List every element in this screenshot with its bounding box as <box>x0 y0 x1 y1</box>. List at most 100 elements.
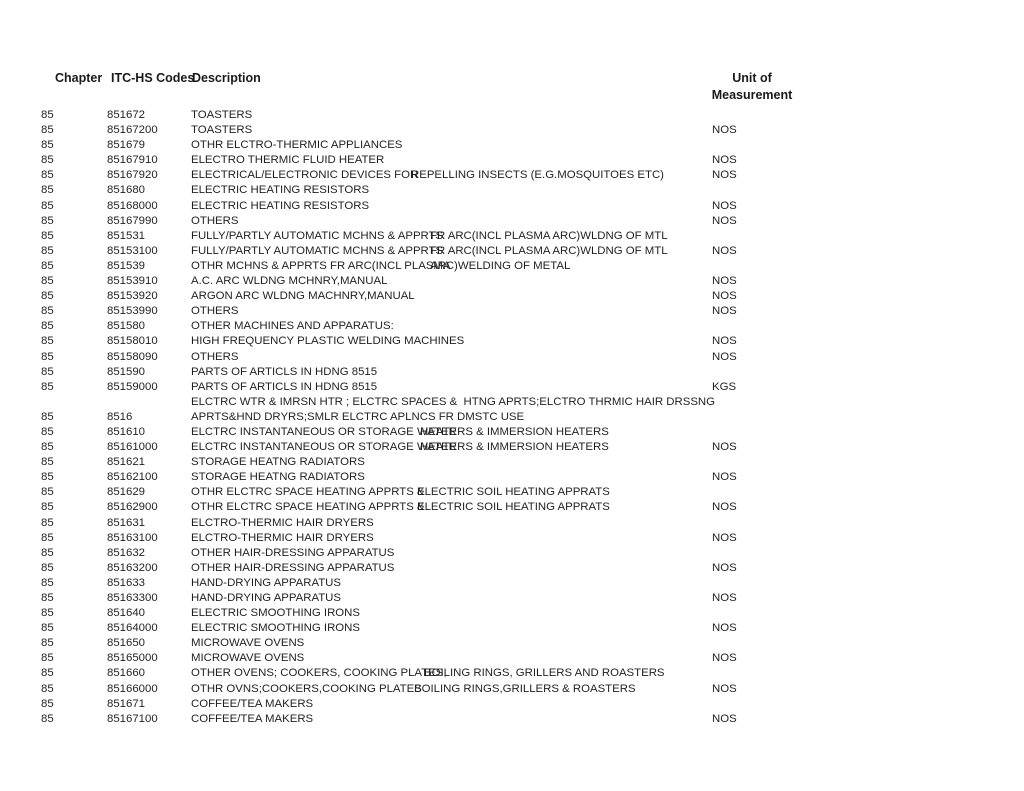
cell-itc-hs-code: 851640 <box>107 607 146 620</box>
cell-description-continued: HEATERS & IMMERSION HEATERS <box>420 425 609 438</box>
cell-description: ELCTRC INSTANTANEOUS OR STORAGE WATER <box>191 425 457 438</box>
cell-itc-hs-code: 85163300 <box>107 592 158 604</box>
cell-itc-hs-code: 85167100 <box>107 712 158 725</box>
cell-chapter: 85 <box>41 576 54 589</box>
cell-unit-of-measurement: NOS <box>712 124 737 137</box>
cell-itc-hs-code: 85166000 <box>107 682 158 695</box>
cell-itc-hs-code: 851680 <box>107 184 146 197</box>
cell-itc-hs-code: 85159000 <box>107 380 158 393</box>
cell-chapter: 85 <box>41 501 54 514</box>
cell-itc-hs-code: 8516 <box>107 410 133 423</box>
cell-itc-hs-code: 851580 <box>107 320 146 333</box>
cell-chapter: 85 <box>41 229 54 242</box>
cell-description: OTHER HAIR-DRESSING APPARATUS <box>191 561 395 574</box>
cell-description: ELECTRO THERMIC FLUID HEATER <box>191 154 385 167</box>
cell-chapter: 85 <box>41 441 54 454</box>
cell-description: ARGON ARC WLDNG MACHNRY,MANUAL <box>191 290 415 303</box>
cell-unit-of-measurement: NOS <box>712 199 737 212</box>
cell-itc-hs-code: 85153910 <box>107 275 158 288</box>
cell-chapter: 85 <box>41 305 54 318</box>
cell-chapter: 85 <box>41 667 54 680</box>
table-row: 85 85167990 OTHERS NOS <box>0 214 1024 229</box>
cell-unit-of-measurement: NOS <box>712 244 737 257</box>
cell-itc-hs-code: 85158090 <box>107 350 158 363</box>
cell-chapter: 85 <box>41 320 54 333</box>
cell-chapter: 85 <box>41 365 54 378</box>
table-row: 85 851610 ELCTRC INSTANTANEOUS OR STORAGE … <box>0 425 1024 440</box>
table-row: 85 85153920 ARGON ARC WLDNG MACHNRY,MANUAL… <box>0 289 1024 304</box>
cell-description: TOASTERS <box>191 109 253 121</box>
cell-description: ELCTRO-THERMIC HAIR DRYERS <box>191 516 374 529</box>
table-row: 85 85162100 STORAGE HEATNG RADIATORS NOS <box>0 470 1024 485</box>
cell-unit-of-measurement: NOS <box>712 622 737 635</box>
cell-chapter: 85 <box>41 652 54 665</box>
cell-description: PARTS OF ARTICLS IN HDNG 8515 <box>191 380 378 393</box>
cell-itc-hs-code: 85168000 <box>107 199 158 212</box>
cell-chapter: 85 <box>41 184 54 197</box>
cell-itc-hs-code: 851610 <box>107 425 146 438</box>
table-row: 85 851631 ELCTRO-THERMIC HAIR DRYERS <box>0 516 1024 531</box>
table-row: 85 85166000 OTHR OVNS;COOKERS,COOKING PLAT… <box>0 682 1024 697</box>
cell-unit-of-measurement: NOS <box>712 214 737 227</box>
cell-unit-of-measurement: NOS <box>712 652 737 665</box>
table-row: 85 851660 OTHER OVENS; COOKERS, COOKING PL… <box>0 666 1024 681</box>
cell-description: APRTS&HND DRYRS;SMLR ELCTRC APLNCS FR DM… <box>191 410 525 423</box>
cell-description: OTHERS <box>191 350 239 363</box>
cell-description: TOASTERS <box>191 124 253 137</box>
table-row: 85 85167920 ELECTRICAL/ELECTRONIC DEVICES … <box>0 168 1024 183</box>
cell-description: MICROWAVE OVENS <box>191 637 305 650</box>
cell-chapter: 85 <box>41 607 54 620</box>
cell-chapter: 85 <box>41 712 54 725</box>
cell-unit-of-measurement: NOS <box>712 305 737 318</box>
cell-unit-of-measurement: NOS <box>712 290 737 303</box>
cell-unit-of-measurement: NOS <box>712 531 737 544</box>
cell-unit-of-measurement: NOS <box>712 592 737 604</box>
cell-chapter: 85 <box>41 456 54 469</box>
cell-chapter: 85 <box>41 335 54 348</box>
cell-description: OTHER OVENS; COOKERS, COOKING PLATES, <box>191 667 447 680</box>
table-row: 85 85167100 COFFEE/TEA MAKERS NOS <box>0 712 1024 727</box>
cell-itc-hs-code: 85165000 <box>107 652 158 665</box>
table-row: 85 85163300 HAND-DRYING APPARATUS NOS <box>0 591 1024 606</box>
cell-description: OTHR ELCTRO-THERMIC APPLIANCES <box>191 139 403 152</box>
cell-itc-hs-code: 851650 <box>107 637 146 650</box>
cell-itc-hs-code: 85162900 <box>107 501 158 514</box>
cell-description: OTHR MCHNS & APPRTS FR ARC(INCL PLASMA <box>191 259 451 272</box>
cell-description: OTHER HAIR-DRESSING APPARATUS <box>191 546 395 559</box>
cell-description-continued: REPELLING INSECTS (E.G.MOSQUITOES ETC) <box>411 169 664 182</box>
cell-chapter: 85 <box>41 154 54 167</box>
cell-chapter: 85 <box>41 350 54 363</box>
cell-chapter: 85 <box>41 244 54 257</box>
codes-table-body: 85 851672 TOASTERS 85 85167200 TOASTERS NOS 85 8… <box>0 108 1024 727</box>
cell-unit-of-measurement: NOS <box>712 169 737 182</box>
cell-unit-of-measurement: NOS <box>712 712 737 725</box>
cell-unit-of-measurement: KGS <box>712 380 737 393</box>
document-page: Chapter ITC-HS Codes Description Unit of… <box>0 0 1024 791</box>
cell-description: COFFEE/TEA MAKERS <box>191 697 314 710</box>
cell-chapter: 85 <box>41 410 54 423</box>
cell-description: ELECTRIC HEATING RESISTORS <box>191 199 370 212</box>
table-row: 85 85163100 ELCTRO-THERMIC HAIR DRYERS NOS <box>0 531 1024 546</box>
cell-description: ELECTRIC SMOOTHING IRONS <box>191 622 360 635</box>
table-row: 85 85161000 ELCTRC INSTANTANEOUS OR STORAG… <box>0 440 1024 455</box>
table-row: 85 851672 TOASTERS <box>0 108 1024 123</box>
cell-chapter: 85 <box>41 214 54 227</box>
cell-itc-hs-code: 85164000 <box>107 622 158 635</box>
cell-chapter: 85 <box>41 697 54 710</box>
cell-chapter: 85 <box>41 169 54 182</box>
cell-description: HAND-DRYING APPARATUS <box>191 592 342 604</box>
table-row: 85 85165000 MICROWAVE OVENS NOS <box>0 651 1024 666</box>
cell-unit-of-measurement: NOS <box>712 350 737 363</box>
table-row: 85 85158090 OTHERS NOS <box>0 350 1024 365</box>
cell-chapter: 85 <box>41 637 54 650</box>
table-row: 85 85168000 ELECTRIC HEATING RESISTORS NOS <box>0 199 1024 214</box>
cell-chapter: 85 <box>41 486 54 499</box>
table-row: 85 851640 ELECTRIC SMOOTHING IRONS <box>0 606 1024 621</box>
table-row: ELCTRC WTR & IMRSN HTR ; ELCTRC SPACES &… <box>0 395 1024 410</box>
cell-itc-hs-code: 85162100 <box>107 471 158 484</box>
cell-itc-hs-code: 851632 <box>107 546 146 559</box>
table-row: 85 851632 OTHER HAIR-DRESSING APPARATUS <box>0 546 1024 561</box>
table-row: 85 851680 ELECTRIC HEATING RESISTORS <box>0 183 1024 198</box>
table-row: 85 85167910 ELECTRO THERMIC FLUID HEATER NO… <box>0 153 1024 168</box>
cell-itc-hs-code: 851629 <box>107 486 146 499</box>
